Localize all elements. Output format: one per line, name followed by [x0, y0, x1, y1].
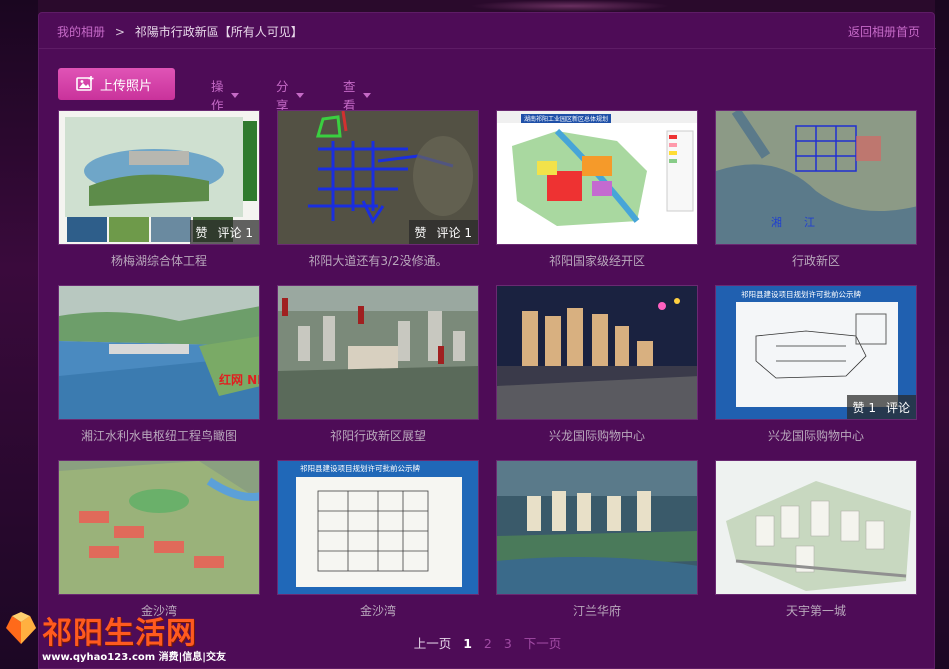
- photo-tile: 湖南祁阳工业园区新区总体规划 祁阳国家级经开区: [496, 110, 698, 269]
- photo-caption[interactable]: 汀兰华府: [496, 602, 698, 619]
- photo-tile: 赞 评论 1 杨梅湖综合体工程: [58, 110, 260, 269]
- photo-thumbnail[interactable]: [277, 285, 479, 420]
- page-background-right: [935, 0, 949, 669]
- page-1-link[interactable]: 1: [463, 636, 472, 651]
- photo-tile: 红网 NET.CN 湘江水利水电枢纽工程鸟瞰图: [58, 285, 260, 444]
- photo-caption[interactable]: 祁阳行政新区展望: [277, 427, 479, 444]
- photo-stats-overlay: 赞 评论 1: [189, 220, 259, 244]
- breadcrumb-current-album: 祁陽市行政新區【所有人可见】: [134, 25, 303, 39]
- photo-image: [716, 461, 916, 594]
- page-background-left: [0, 0, 38, 669]
- operate-menu[interactable]: 操作: [211, 76, 239, 114]
- photo-image: [497, 286, 697, 419]
- photo-stats-overlay: 赞 1 评论: [846, 395, 916, 419]
- photo-stats-overlay: 赞 评论 1: [408, 220, 478, 244]
- operate-menu-label: 操作: [211, 79, 224, 113]
- upload-photo-label: 上传照片: [100, 78, 153, 94]
- like-button[interactable]: 赞 1: [853, 399, 876, 416]
- photo-caption[interactable]: 湘江水利水电枢纽工程鸟瞰图: [58, 427, 260, 444]
- photo-image: 湖南祁阳工业园区新区总体规划: [497, 111, 697, 244]
- photo-tile: 祁阳行政新区展望: [277, 285, 479, 444]
- photo-thumbnail[interactable]: 赞 评论 1: [58, 110, 260, 245]
- photo-thumbnail[interactable]: 湖南祁阳工业园区新区总体规划: [496, 110, 698, 245]
- photo-image: [278, 286, 478, 419]
- map-title-text: 湖南祁阳工业园区新区总体规划: [524, 115, 608, 123]
- photo-caption[interactable]: 杨梅湖综合体工程: [58, 252, 260, 269]
- sign-title-text: 祁阳县建设项目规划许可批前公示牌: [300, 463, 420, 473]
- breadcrumb-separator: >: [114, 25, 125, 39]
- photo-image: [497, 461, 697, 594]
- view-menu-label: 查看: [343, 79, 356, 113]
- photo-image: 红网 NET.CN: [59, 286, 260, 419]
- comment-button[interactable]: 评论: [886, 399, 910, 416]
- caret-down-icon: [362, 92, 371, 98]
- photo-tile: 祁阳县建设项目规划许可批前公示牌 赞 1 评论 兴龙国际购物中心: [715, 285, 917, 444]
- share-menu[interactable]: 分享: [276, 76, 304, 114]
- photo-caption[interactable]: 祁阳国家级经开区: [496, 252, 698, 269]
- photo-tile: 湘 江 行政新区: [715, 110, 917, 269]
- like-button[interactable]: 赞: [196, 224, 208, 241]
- like-button[interactable]: 赞: [415, 224, 427, 241]
- album-header: 我的相册 > 祁陽市行政新區【所有人可见】 返回相册首页: [39, 13, 936, 49]
- image-upload-icon: [76, 76, 94, 91]
- breadcrumb: 我的相册 > 祁陽市行政新區【所有人可见】: [57, 23, 303, 40]
- site-logo[interactable]: 祁阳生活网 www.qyhao123.com 消费|信息|交友: [4, 606, 226, 666]
- photo-caption[interactable]: 行政新区: [715, 252, 917, 269]
- photo-thumbnail[interactable]: 湘 江: [715, 110, 917, 245]
- page-3-link[interactable]: 3: [504, 636, 512, 651]
- photo-tile: 汀兰华府: [496, 460, 698, 619]
- photo-thumbnail[interactable]: 红网 NET.CN: [58, 285, 260, 420]
- view-menu[interactable]: 查看: [343, 76, 371, 114]
- prev-page-link[interactable]: 上一页: [414, 636, 452, 651]
- photo-caption[interactable]: 天宇第一城: [715, 602, 917, 619]
- photo-tile: 天宇第一城: [715, 460, 917, 619]
- svg-text:湘 江: 湘 江: [771, 215, 815, 229]
- breadcrumb-my-albums[interactable]: 我的相册: [57, 25, 105, 39]
- album-panel: 我的相册 > 祁陽市行政新區【所有人可见】 返回相册首页 上传照片 操作 分享 …: [38, 12, 936, 669]
- photo-caption[interactable]: 兴龙国际购物中心: [715, 427, 917, 444]
- photo-thumbnail[interactable]: [496, 285, 698, 420]
- photo-image: 湘 江: [716, 111, 916, 244]
- background-glow: [470, 0, 670, 12]
- photo-tile: 金沙湾: [58, 460, 260, 619]
- photo-caption[interactable]: 祁阳大道还有3/2没修通。: [277, 252, 479, 269]
- photo-image: 祁阳县建设项目规划许可批前公示牌: [278, 461, 478, 594]
- photo-tile: 祁阳县建设项目规划许可批前公示牌 金沙湾: [277, 460, 479, 619]
- photo-thumbnail[interactable]: 赞 评论 1: [277, 110, 479, 245]
- photo-tile: 赞 评论 1 祁阳大道还有3/2没修通。: [277, 110, 479, 269]
- photo-image: [59, 461, 259, 594]
- comment-button[interactable]: 评论 1: [218, 224, 253, 241]
- photo-thumbnail[interactable]: [715, 460, 917, 595]
- caret-down-icon: [230, 92, 239, 98]
- site-logo-subtitle: www.qyhao123.com 消费|信息|交友: [42, 652, 226, 663]
- photo-caption[interactable]: 兴龙国际购物中心: [496, 427, 698, 444]
- sign-title-text: 祁阳县建设项目规划许可批前公示牌: [741, 289, 861, 299]
- upload-photo-button[interactable]: 上传照片: [58, 68, 175, 100]
- photo-caption[interactable]: 金沙湾: [277, 602, 479, 619]
- photo-tile: 兴龙国际购物中心: [496, 285, 698, 444]
- site-logo-title: 祁阳生活网: [42, 616, 197, 651]
- caret-down-icon: [295, 92, 304, 98]
- share-menu-label: 分享: [276, 79, 289, 113]
- next-page-link[interactable]: 下一页: [524, 636, 562, 651]
- page-2-link[interactable]: 2: [484, 636, 492, 651]
- photo-thumbnail[interactable]: 祁阳县建设项目规划许可批前公示牌 赞 1 评论: [715, 285, 917, 420]
- heart-gem-icon: [6, 612, 36, 644]
- back-to-album-home-link[interactable]: 返回相册首页: [848, 23, 920, 40]
- photo-thumbnail[interactable]: [496, 460, 698, 595]
- photo-thumbnail[interactable]: 祁阳县建设项目规划许可批前公示牌: [277, 460, 479, 595]
- comment-button[interactable]: 评论 1: [437, 224, 472, 241]
- watermark-text: 红网 NET.CN: [219, 372, 260, 387]
- photo-thumbnail[interactable]: [58, 460, 260, 595]
